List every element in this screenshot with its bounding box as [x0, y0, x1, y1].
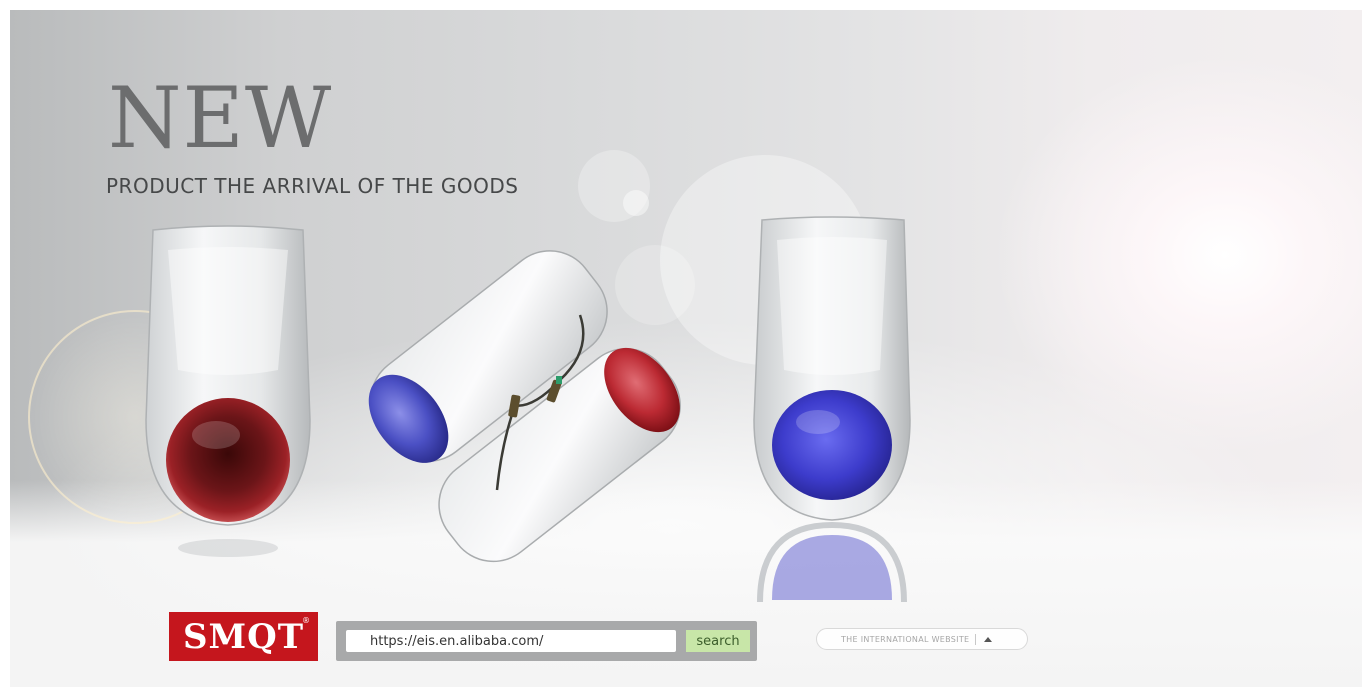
- hero-banner: NEW PRODUCT THE ARRIVAL OF THE GOODS SMQ…: [10, 10, 1362, 687]
- search-button[interactable]: search: [686, 630, 750, 652]
- caret-up-icon: [984, 636, 993, 642]
- bokeh-circle: [623, 190, 649, 216]
- product-image-blue-siren: [753, 216, 911, 603]
- registered-mark: ®: [302, 616, 310, 625]
- headline-subtitle: PRODUCT THE ARRIVAL OF THE GOODS: [106, 174, 519, 198]
- international-website-dropdown[interactable]: THE INTERNATIONAL WEBSITE: [816, 628, 1028, 650]
- divider: [975, 633, 977, 645]
- product-image-red-siren: [145, 225, 311, 557]
- search-bar: search: [336, 621, 757, 661]
- headline-new: NEW: [108, 69, 333, 167]
- brand-logo[interactable]: SMQT ®: [169, 612, 318, 661]
- search-input[interactable]: [346, 630, 676, 652]
- product-image-open-siren: [368, 250, 681, 563]
- international-website-label: THE INTERNATIONAL WEBSITE: [841, 634, 970, 644]
- brand-logo-text: SMQT: [182, 616, 305, 657]
